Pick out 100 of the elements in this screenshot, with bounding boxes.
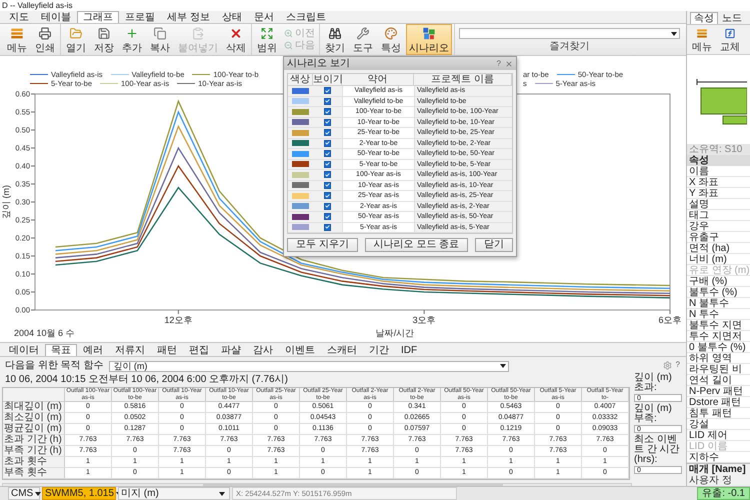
dialog-button[interactable]: 모두 지우기 [287,238,358,252]
dialog-button[interactable]: 닫기 [475,238,513,252]
visible-checkbox[interactable] [324,171,331,178]
visible-checkbox[interactable] [324,224,331,231]
property-label[interactable]: N 불투수 [687,298,750,309]
toolbar-button[interactable]: 도구 [350,24,376,55]
palette-icon [383,27,399,40]
visible-checkbox[interactable] [324,213,331,220]
view-tab[interactable]: 세부 정보 [161,11,216,23]
x-tick: 3오후 [412,310,436,325]
view-tab[interactable]: 테이블 [35,11,77,23]
property-label[interactable]: 너비 (m) [687,254,750,265]
visible-checkbox[interactable] [324,87,331,94]
table-corner [3,388,65,402]
visible-checkbox[interactable] [324,150,331,158]
property-label[interactable]: 강우 [687,221,750,232]
toolbar-button[interactable]: 메뉴 [4,24,30,55]
visible-checkbox[interactable] [324,160,331,168]
view-tab[interactable]: 문서 [248,11,280,23]
wrench-icon [355,27,371,40]
panel-tab[interactable]: 이벤트 [279,344,321,356]
property-label[interactable]: 지하수 [687,452,750,463]
property-label[interactable]: 라우팅된 비 [687,364,750,375]
property-label[interactable]: 태그 [687,210,750,221]
visible-checkbox[interactable] [324,98,331,105]
view-tab[interactable]: 스크립트 [280,11,332,23]
property-label[interactable]: 0 불투수 (%) [687,342,750,353]
property-label[interactable]: 투수 지면저 [687,331,750,342]
property-label[interactable]: 연석 길이 [687,375,750,386]
visible-checkbox[interactable] [324,182,331,189]
menu-icon [9,27,25,40]
panel-tab[interactable]: 스캐터 [321,344,363,356]
panel-tab[interactable]: 편집 [183,344,215,356]
toolbar-button[interactable]: 교체 [717,25,743,54]
property-label[interactable]: X 좌표 [687,177,750,188]
panel-tab[interactable]: 파샬 [215,344,247,356]
property-label[interactable]: 설명 [687,199,750,210]
property-label[interactable]: Dstore 패턴 [687,397,750,408]
panel-tab[interactable]: 패턴 [151,344,183,356]
property-label[interactable]: 강설 [687,419,750,430]
toolbar-button[interactable]: 메뉴 [689,25,715,54]
time-range-text: 10 06, 2004 10:15 오전부터 10 06, 2004 6:00 오후까지 (7.76시) [4,374,289,386]
view-tab[interactable]: 지도 [3,11,35,23]
toolbar-button[interactable]: 특성 [378,24,404,55]
help-button[interactable]: ? [496,60,501,68]
property-label[interactable]: 구배 (%) [687,276,750,287]
copy-icon [152,27,168,40]
caret-icon [500,364,506,368]
status-dropdown[interactable]: CMS [8,487,40,500]
toolbar-button[interactable]: 찾기 [322,24,348,55]
toolbar-button[interactable]: 저장 [91,24,117,55]
visible-checkbox[interactable] [324,140,331,147]
property-label[interactable]: 면적 (ha) [687,243,750,254]
help-button[interactable]: ? [676,361,680,369]
toolbar-button[interactable]: 시나리오 [406,24,452,55]
property-label[interactable]: 침투 패턴 [687,408,750,419]
toolbar-button[interactable]: 삭제 [223,24,249,55]
side-tab[interactable]: 속성 [690,12,718,24]
squares-icon [421,27,437,40]
date-label: 2004 10월 6 수 [14,328,75,338]
toolbar-button[interactable]: 열기 [63,24,89,55]
toolbar-button[interactable]: 인쇄 [32,24,58,55]
view-tab[interactable]: 프로필 [119,11,161,23]
toolbar-button[interactable]: 범위 [254,24,280,55]
visible-checkbox[interactable] [324,118,331,126]
property-label[interactable]: 불투수 (%) [687,287,750,298]
row-header: 평균깊이 (m) [3,424,65,435]
property-label[interactable]: Y 좌표 [687,188,750,199]
view-tab[interactable]: 상태 [216,11,248,23]
property-label[interactable]: 불투수 지면 [687,320,750,331]
status-dropdown[interactable]: 미지 (m) [118,487,230,500]
side-tab[interactable]: 노드 [718,12,746,24]
visible-checkbox[interactable] [324,108,331,116]
property-label[interactable]: 하위 영역 [687,353,750,364]
panel-tab[interactable]: IDF [395,344,424,356]
visible-checkbox[interactable] [324,192,331,200]
toolbar-button[interactable]: 추가 [119,24,145,55]
panel-tab[interactable]: 감사 [247,344,279,356]
column-header: 프로젝트 이름 [414,74,512,86]
dialog-button[interactable]: 시나리오 모드 종료 [364,238,468,252]
panel-tab[interactable]: 예러 [77,344,109,356]
threshold-label: 깊이 (m) 초과: [634,373,673,393]
panel-tab[interactable]: 저류지 [109,344,151,356]
property-label[interactable]: N-Perv 패턴 [687,386,750,397]
view-tab[interactable]: 그래프 [77,11,119,23]
property-label[interactable]: LID 제어 [687,430,750,441]
visible-checkbox[interactable] [324,129,331,136]
status-dropdown[interactable]: SWMM5, 1.015 [42,487,116,500]
property-label[interactable]: 이름 [687,166,750,177]
visible-checkbox[interactable] [324,202,331,210]
toolbar-button[interactable]: 복사 [147,24,173,55]
dialog-title: 시나리오 보기 [287,58,351,68]
close-icon[interactable] [505,60,513,68]
panel-tab[interactable]: 기간 [363,344,395,356]
objective-dropdown[interactable]: 깊이 (m) [109,360,510,372]
panel-tab[interactable]: 목표 [45,344,77,356]
panel-tab[interactable]: 데이터 [3,344,45,356]
column-header: 보이기 [313,74,342,86]
property-label[interactable]: 유출구 [687,232,750,243]
property-label[interactable]: N 투수 [687,309,750,320]
